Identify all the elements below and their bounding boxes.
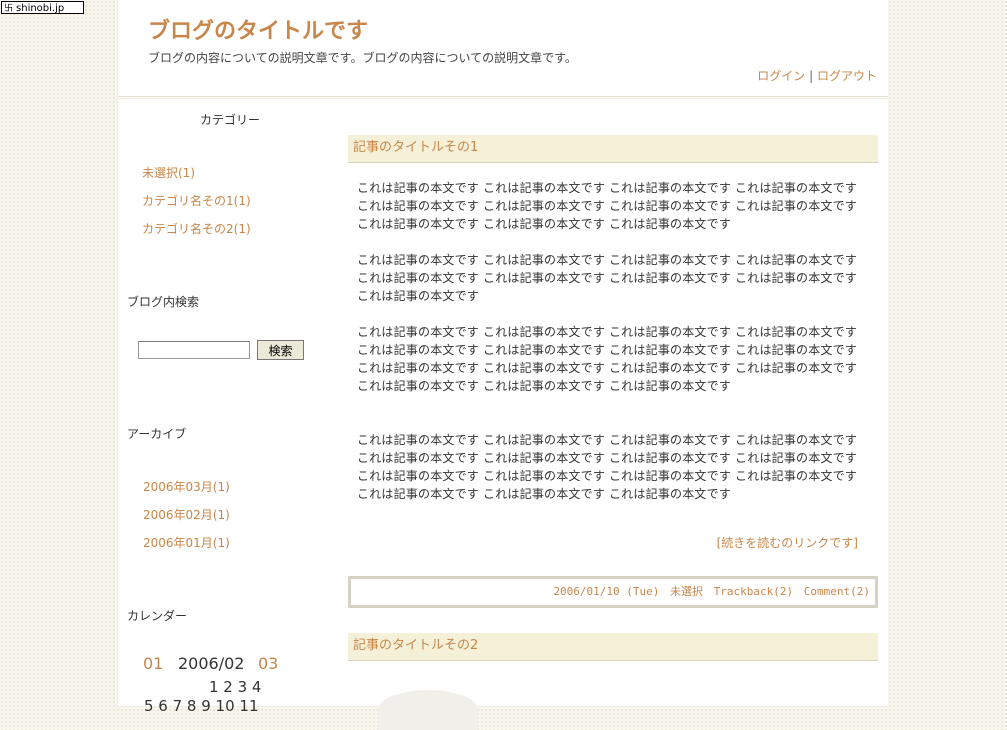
trackback-link[interactable]: Trackback(2) [714,585,793,598]
post-1-paragraph-2: これは記事の本文です これは記事の本文です これは記事の本文です これは記事の本… [357,253,858,303]
categories-title: カテゴリー [200,113,261,127]
search-title: ブログ内検索 [127,295,200,309]
read-more-link[interactable]: [続きを読むのリンクです] [717,534,858,551]
calendar-prev-link[interactable]: 01 [143,654,163,673]
category-link-unselected[interactable]: 未選択(1) [142,164,195,181]
shinobi-badge[interactable]: 卐 shinobi.jp [1,1,84,14]
category-link-1[interactable]: カテゴリ名その1(1) [142,192,251,209]
calendar-current-month: 2006/02 [178,654,245,673]
post-title-2[interactable]: 記事のタイトルその2 [348,633,878,661]
comment-link[interactable]: Comment(2) [804,585,870,598]
post-1-paragraph-3: これは記事の本文です これは記事の本文です これは記事の本文です これは記事の本… [357,325,858,393]
post-title-1[interactable]: 記事のタイトルその1 [348,135,878,163]
page-container: ブログのタイトルです ブログの内容についての説明文章です。ブログの内容についての… [118,0,888,730]
post-category-link[interactable]: 未選択 [670,585,703,598]
login-link[interactable]: ログイン [757,69,805,83]
calendar-week-2: 5 6 7 8 9 10 11 [144,697,259,715]
logout-link[interactable]: ログアウト [817,69,877,83]
archive-link-2006-03[interactable]: 2006年03月(1) [143,478,230,495]
search-button[interactable]: 検索 [257,340,304,360]
post-1-paragraph-1: これは記事の本文です これは記事の本文です これは記事の本文です これは記事の本… [357,181,858,231]
auth-separator: | [809,69,814,83]
shinobi-icon: 卐 [4,4,14,14]
blog-title[interactable]: ブログのタイトルです [148,13,368,45]
archive-link-2006-01[interactable]: 2006年01月(1) [143,534,230,551]
post-1-meta-bar: 2006/01/10 (Tue) 未選択 Trackback(2) Commen… [348,576,878,608]
blog-header: ブログのタイトルです ブログの内容についての説明文章です。ブログの内容についての… [118,0,888,97]
category-link-2[interactable]: カテゴリ名その2(1) [142,220,251,237]
calendar-next-link[interactable]: 03 [258,654,278,673]
post-2-image [378,690,478,730]
calendar-title: カレンダー [127,609,188,623]
badge-label: shinobi.jp [16,3,65,14]
archive-title: アーカイブ [127,427,187,441]
blog-description: ブログの内容についての説明文章です。ブログの内容についての説明文章です。 [148,51,577,65]
auth-links: ログイン | ログアウト [757,67,877,84]
header-divider [118,98,888,99]
search-input[interactable] [138,341,250,359]
post-1-paragraph-4: これは記事の本文です これは記事の本文です これは記事の本文です これは記事の本… [357,433,858,501]
calendar-week-1: 1 2 3 4 [209,678,262,696]
archive-link-2006-02[interactable]: 2006年02月(1) [143,506,230,523]
post-date-link[interactable]: 2006/01/10 (Tue) [553,585,659,598]
